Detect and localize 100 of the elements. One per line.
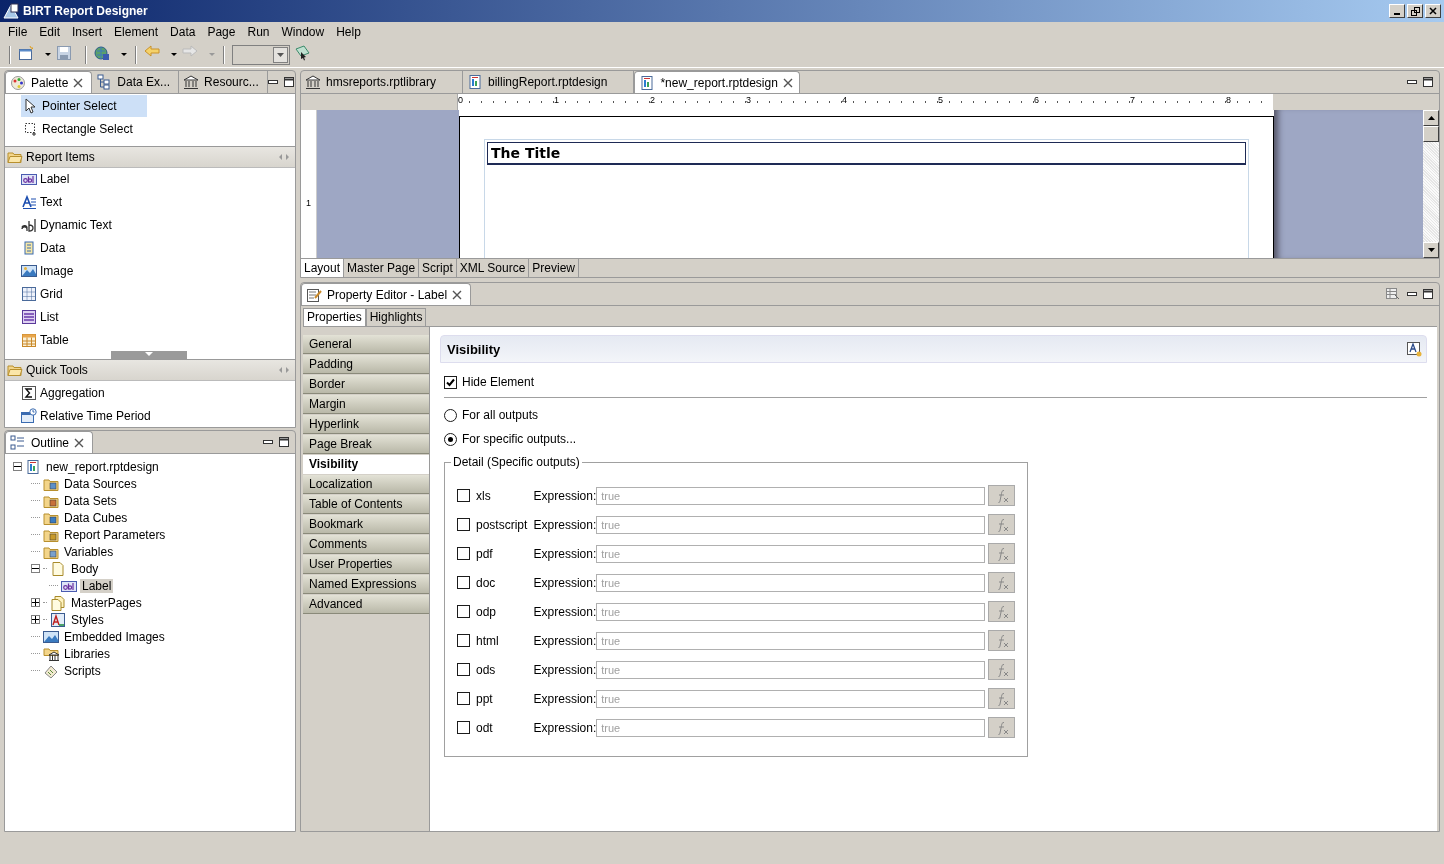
editor-page-tab[interactable]: Script <box>419 259 457 277</box>
category-item[interactable]: Named Expressions <box>303 575 429 594</box>
scroll-down-button[interactable] <box>1423 242 1439 258</box>
minimize-icon[interactable] <box>1407 80 1417 84</box>
title-label[interactable]: The Title <box>487 142 1246 165</box>
maximize-icon[interactable] <box>1423 289 1433 299</box>
tree-item[interactable]: Label <box>80 578 114 593</box>
tree-item[interactable]: Report Parameters <box>62 527 168 542</box>
palette-tool[interactable]: Pointer Select <box>21 95 147 117</box>
maximize-icon[interactable] <box>279 437 289 447</box>
editor-page-tab[interactable]: Master Page <box>344 259 420 277</box>
category-item[interactable]: Hyperlink <box>303 415 429 434</box>
category-item[interactable]: Margin <box>303 395 429 414</box>
tree-item[interactable]: Data Sources <box>62 476 139 491</box>
menu-item[interactable]: Run <box>241 23 276 41</box>
drawer-header[interactable]: Report Items <box>5 145 295 168</box>
vertical-scrollbar[interactable] <box>1423 110 1439 258</box>
expand-toggle[interactable] <box>31 598 40 607</box>
tree-item[interactable]: Body <box>69 561 101 576</box>
palette-item[interactable]: Label <box>5 167 295 191</box>
category-item[interactable]: Advanced <box>303 595 429 614</box>
menu-item[interactable]: Page <box>201 23 242 41</box>
tree-item[interactable]: Embedded Images <box>62 629 167 644</box>
expression-label: Expression: <box>533 604 597 619</box>
category-item[interactable]: Bookmark <box>303 515 429 534</box>
close-icon[interactable] <box>782 77 793 88</box>
editor-tab[interactable]: *new_report.rptdesign <box>634 71 800 93</box>
expand-toggle[interactable] <box>31 615 40 624</box>
view-tab[interactable]: Property Editor - Label <box>301 283 472 305</box>
ruler-number: 0 <box>458 95 464 105</box>
radio-button[interactable] <box>444 408 457 422</box>
output-format-label: pdf <box>476 546 494 561</box>
close-icon[interactable] <box>74 437 85 448</box>
menu-item[interactable]: Help <box>330 23 367 41</box>
tree-item[interactable]: new_report.rptdesign <box>44 459 161 474</box>
tree-item[interactable]: Styles <box>69 612 106 627</box>
expand-toggle[interactable] <box>31 564 40 573</box>
minimize-icon[interactable] <box>267 80 278 84</box>
drawer-header[interactable]: Quick Tools <box>5 359 295 382</box>
palette-item[interactable]: Table <box>5 328 295 352</box>
palette-item[interactable]: Text <box>5 190 295 214</box>
dropdown-field[interactable] <box>232 44 290 65</box>
category-item[interactable]: Border <box>303 375 429 394</box>
tree-item[interactable]: Libraries <box>62 646 113 661</box>
menu-item[interactable]: Insert <box>66 23 109 41</box>
library-icon <box>183 74 200 90</box>
properties-tab[interactable]: Highlights <box>365 308 427 326</box>
palette-item[interactable]: Grid <box>5 282 295 306</box>
tree-item[interactable]: Data Sets <box>62 493 119 508</box>
checkbox[interactable] <box>444 375 457 389</box>
scroll-up-button[interactable] <box>1423 110 1439 126</box>
scroll-down-handle[interactable] <box>111 351 187 360</box>
expand-toggle[interactable] <box>13 462 22 471</box>
minimize-button[interactable] <box>1389 4 1405 18</box>
menu-item[interactable]: Window <box>275 23 331 41</box>
properties-tab[interactable]: Properties <box>303 308 366 326</box>
expression-label: Expression: <box>533 633 597 648</box>
tree-item[interactable]: Scripts <box>62 663 103 678</box>
maximize-icon[interactable] <box>1423 77 1433 87</box>
up-arrow-icon <box>1427 116 1435 120</box>
output-format-label: html <box>476 633 500 648</box>
category-item[interactable]: User Properties <box>303 555 429 574</box>
editor-page-tab[interactable]: Layout <box>301 259 345 277</box>
category-item[interactable]: Page Break <box>303 435 429 454</box>
menu-item[interactable]: File <box>2 23 34 41</box>
restore-button[interactable] <box>1407 4 1423 18</box>
palette-item[interactable]: Data <box>5 236 295 260</box>
category-item[interactable]: Table of Contents <box>303 495 429 514</box>
palette-tool[interactable]: Rectangle Select <box>21 117 163 140</box>
close-icon[interactable] <box>73 77 84 88</box>
section-title: Visibility <box>447 341 501 357</box>
palette-item[interactable]: Relative Time Period <box>5 404 295 427</box>
radio-button[interactable] <box>444 432 457 446</box>
category-item[interactable]: Comments <box>303 535 429 554</box>
menu-item[interactable]: Element <box>108 23 165 41</box>
menu-item[interactable]: Edit <box>33 23 67 41</box>
close-icon[interactable] <box>452 289 463 300</box>
tree-item[interactable]: Variables <box>62 544 116 559</box>
palette-item[interactable]: List <box>5 305 295 329</box>
maximize-icon[interactable] <box>283 77 294 87</box>
palette-item[interactable]: Aggregation <box>5 381 295 405</box>
scroll-thumb[interactable] <box>1423 126 1439 142</box>
menu-item[interactable]: Data <box>164 23 202 41</box>
minimize-icon[interactable] <box>1407 292 1417 296</box>
close-button[interactable] <box>1425 4 1441 18</box>
tree-item[interactable]: MasterPages <box>69 595 144 610</box>
tree-item[interactable]: Data Cubes <box>62 510 130 525</box>
palette-item[interactable]: Image <box>5 259 295 283</box>
minimize-icon[interactable] <box>263 440 273 444</box>
view-tab[interactable]: Palette <box>5 71 93 93</box>
view-tab[interactable]: Outline <box>5 431 94 453</box>
checkbox-label: Hide Element <box>462 375 535 389</box>
ruler-number: 7 <box>1130 95 1136 105</box>
category-item[interactable]: Localization <box>303 475 429 494</box>
category-item[interactable]: Padding <box>303 355 429 374</box>
ruler-number: 1 <box>306 198 311 208</box>
category-item[interactable]: General <box>303 335 429 354</box>
category-item[interactable]: Visibility <box>303 455 429 474</box>
palette-item[interactable]: Dynamic Text <box>5 213 295 237</box>
group-title: Detail (Specific outputs) <box>451 455 582 469</box>
